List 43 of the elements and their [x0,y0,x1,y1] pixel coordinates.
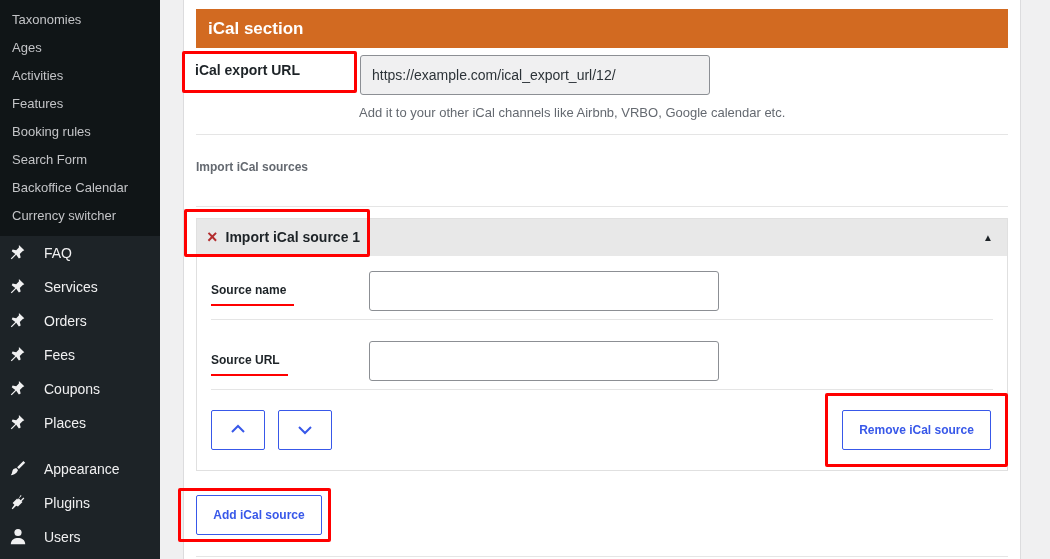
field-label: Source URL [211,350,288,376]
menu-item[interactable]: Places [0,406,160,440]
remove-icon[interactable]: × [207,228,218,246]
field-label: iCal export URL [195,61,301,80]
url-field[interactable]: https://example.com/ical_export_url/12/ [360,55,710,95]
submenu-link[interactable]: Currency switcher [0,202,160,230]
plug-icon [9,494,27,512]
menu-item[interactable]: Services [0,270,160,304]
menu-item[interactable]: Fees [0,338,160,372]
menu-item[interactable]: FAQ [0,236,160,270]
submenu-link[interactable]: Search Form [0,146,160,174]
submenu-link[interactable]: Booking rules [0,118,160,146]
menu-item[interactable]: Appearance [0,452,160,486]
pushpin-icon [9,312,27,330]
submenu-link[interactable]: Taxonomies [0,6,160,34]
menu-item[interactable]: Orders [0,304,160,338]
pushpin-icon [9,380,27,398]
pushpin-icon [9,414,27,432]
submenu-link[interactable]: Activities [0,62,160,90]
submenu-link[interactable]: Ages [0,34,160,62]
pushpin-icon [9,244,27,262]
user-icon [9,528,27,546]
move-up-button[interactable] [211,409,265,450]
menu-item[interactable]: Users [0,520,160,554]
accordion-title: Import iCal source 1 [225,227,361,247]
section-header: iCal section [196,9,1008,48]
subsection-label: Import iCal sources [196,158,310,176]
paintbrush-icon [9,460,27,478]
remove-source-button[interactable]: Remove iCal source [842,409,991,450]
pushpin-icon [9,278,27,296]
submenu-link[interactable]: Backoffice Calendar [0,174,160,202]
accordion-header[interactable]: × Import iCal source 1 ▲ [197,218,1007,256]
text-field[interactable] [369,340,719,381]
menu-item[interactable]: Coupons [0,372,160,406]
menu-item[interactable]: Plugins [0,486,160,520]
text-field[interactable] [369,270,719,311]
field-label: Source name [211,280,295,306]
move-down-button[interactable] [278,409,332,450]
add-source-button[interactable]: Add iCal source [196,494,322,535]
submenu-link[interactable]: Features [0,90,160,118]
field-description: Add it to your other iCal channels like Airbnb, VRBO, Google calendar etc. [359,104,786,122]
collapse-toggle[interactable]: ▲ [983,229,993,245]
pushpin-icon [9,346,27,364]
